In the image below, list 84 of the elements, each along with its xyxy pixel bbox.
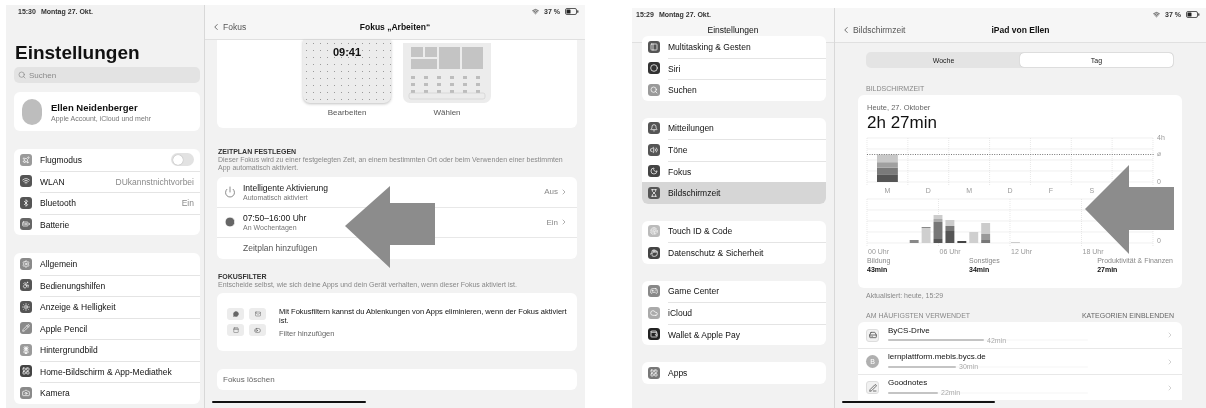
- power-icon: [224, 185, 236, 198]
- fingerprint-icon: [648, 225, 660, 238]
- camera-icon: [20, 386, 32, 399]
- nav-title: Fokus „Arbeiten“: [359, 22, 431, 32]
- sidebar-item[interactable]: Bedienungshilfen: [14, 274, 200, 296]
- profile-name: Ellen Neidenberger: [51, 101, 139, 113]
- search-field[interactable]: Suchen: [14, 67, 200, 83]
- flower-icon: [20, 343, 32, 356]
- chevron-icon: [1166, 357, 1174, 366]
- sidebar-item[interactable]: Töne: [642, 139, 826, 161]
- wallet-icon: [648, 328, 660, 341]
- toggle-icon: [249, 324, 266, 337]
- chevron-icon: [1166, 383, 1174, 392]
- moon-icon: [648, 165, 660, 178]
- search-icon: [648, 83, 660, 96]
- panels-icon: [648, 40, 660, 53]
- back-link[interactable]: Bildschirmzeit: [841, 25, 906, 35]
- hourglass-icon: [648, 186, 660, 199]
- clock-icon: [224, 216, 236, 229]
- hand-icon: [648, 246, 660, 259]
- sidebar-item[interactable]: Datenschutz & Sicherheit: [642, 242, 826, 264]
- sidebar-item[interactable]: Multitasking & Gesten: [642, 36, 826, 58]
- sidebar-item[interactable]: Flugmodus: [14, 149, 200, 171]
- chevron-icon: [1166, 331, 1174, 339]
- speech-bubble-icon: [227, 308, 244, 321]
- sidebar-item[interactable]: Suchen: [642, 79, 826, 101]
- wifi-icon: [1153, 10, 1161, 18]
- sidebar-item[interactable]: Game Center: [642, 280, 826, 302]
- toggle-switch[interactable]: [171, 153, 194, 167]
- back-link[interactable]: Fokus: [211, 22, 247, 32]
- home-screen-preview[interactable]: [403, 43, 491, 103]
- speaker-icon: [648, 143, 660, 156]
- accessibility-icon: [20, 279, 32, 292]
- sidebar-item[interactable]: Allgemein: [14, 253, 200, 275]
- battery-icon: [1186, 10, 1200, 18]
- nav-title: iPad von Ellen: [991, 25, 1050, 35]
- wifi-icon: [532, 7, 540, 15]
- wifi-icon: [20, 175, 32, 188]
- battery-icon: [565, 7, 579, 15]
- sidebar-item[interactable]: Kamera: [14, 382, 200, 404]
- sidebar-item[interactable]: Hintergrundbild: [14, 339, 200, 361]
- sidebar-item[interactable]: Touch ID & Code: [642, 220, 826, 242]
- sun-icon: [20, 300, 32, 313]
- preview-label: Bearbeiten: [327, 108, 367, 117]
- total-time: 2h 27min: [867, 113, 938, 133]
- cloud-icon: [648, 306, 660, 319]
- search-icon: [18, 71, 26, 79]
- chevron-icon: [211, 22, 221, 32]
- sidebar-item[interactable]: Apple Pencil: [14, 317, 200, 339]
- battery-icon: [20, 218, 32, 231]
- sidebar-item[interactable]: Siri: [642, 57, 826, 79]
- calendar-icon: [227, 324, 244, 337]
- gamepad-icon: [648, 285, 660, 298]
- bluetooth-icon: [20, 196, 32, 209]
- sidebar-item[interactable]: WLAN DUkannstnichtvorbei: [14, 170, 200, 192]
- sidebar-item[interactable]: Apps: [642, 362, 826, 384]
- sidebar-item[interactable]: iCloud: [642, 302, 826, 324]
- avatar: [22, 98, 42, 125]
- chevron-icon: [560, 218, 568, 227]
- notepad-pen-icon: [866, 381, 879, 394]
- sidebar-item[interactable]: Bluetooth Ein: [14, 192, 200, 214]
- sidebar-title: Einstellungen: [14, 42, 141, 64]
- nav-title: Einstellungen: [707, 25, 759, 35]
- chevron-icon: [841, 25, 851, 35]
- gear-icon: [20, 257, 32, 270]
- mail-icon: [249, 308, 266, 321]
- pencil-icon: [20, 322, 32, 335]
- sidebar-item[interactable]: Wallet & Apple Pay: [642, 323, 826, 345]
- sidebar-item[interactable]: Bildschirmzeit: [642, 182, 826, 204]
- grid-icon: [648, 366, 660, 379]
- drive-icon: [866, 328, 879, 342]
- bell-icon: [648, 122, 660, 135]
- preview-time: 09:41: [332, 46, 362, 58]
- sidebar-item[interactable]: Home-Bildschirm & App-Mediathek: [14, 360, 200, 382]
- delete-focus-button[interactable]: Fokus löschen: [217, 369, 577, 391]
- sidebar-item[interactable]: Mitteilungen: [642, 117, 826, 139]
- sidebar-item[interactable]: Anzeige & Helligkeit: [14, 296, 200, 318]
- lock-screen-preview[interactable]: 09:41: [303, 40, 391, 103]
- orb-icon: [648, 62, 660, 75]
- grid-icon: [20, 365, 32, 378]
- preview-label: Wählen: [433, 108, 461, 117]
- sidebar-item[interactable]: Batterie: [14, 213, 200, 235]
- chevron-icon: [560, 187, 568, 196]
- airplane-icon: [20, 153, 32, 166]
